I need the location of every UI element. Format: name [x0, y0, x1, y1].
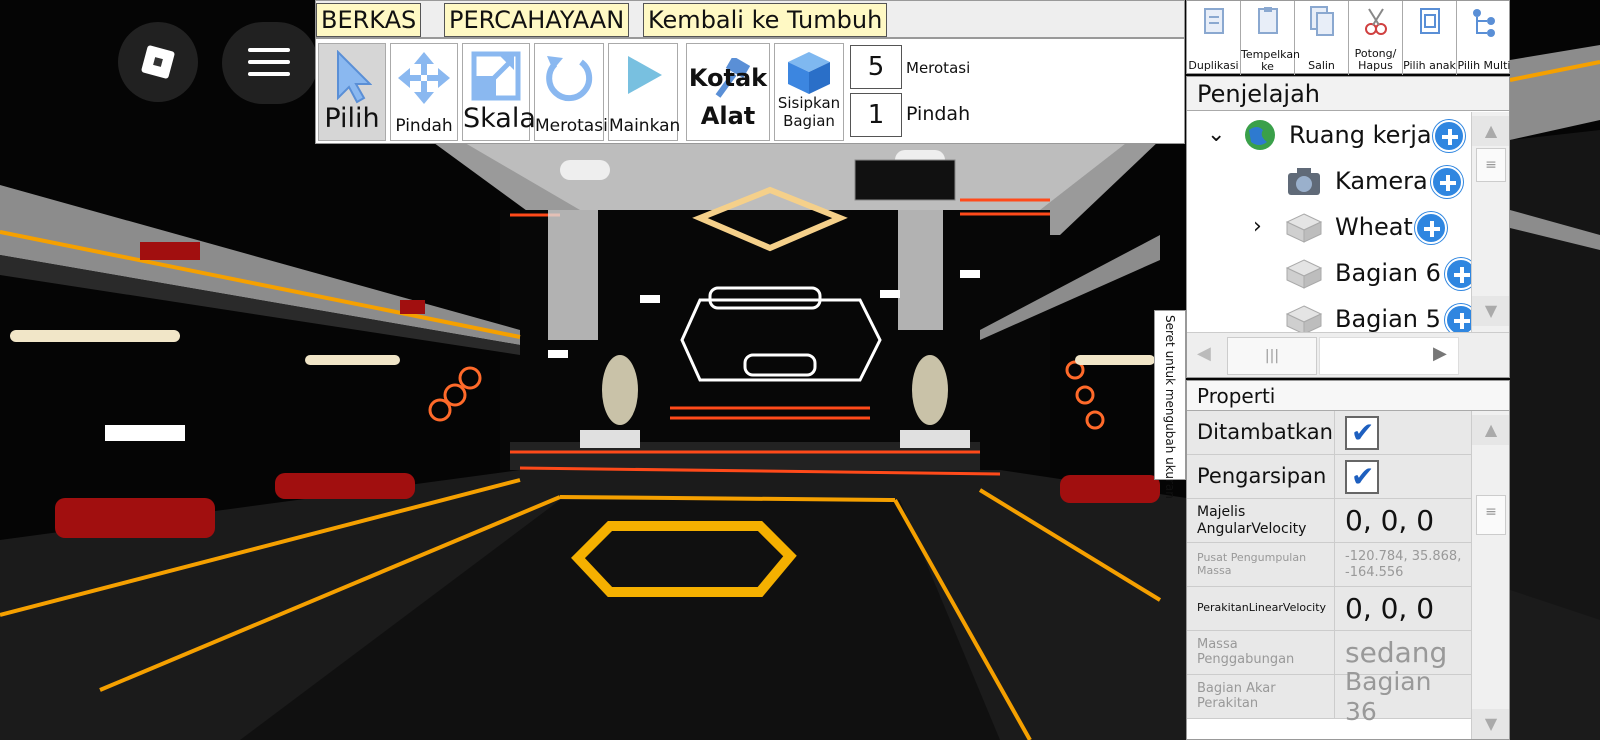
insert-part-button[interactable]: Sisipkan Bagian [774, 43, 844, 141]
copy-button[interactable]: Salin [1295, 1, 1349, 75]
chevron-down-icon[interactable]: ⌄ [1207, 112, 1231, 158]
rotate-icon [546, 56, 593, 102]
paste-into-icon [1257, 7, 1278, 34]
archivable-checkbox[interactable] [1345, 459, 1379, 494]
rotate-increment-label: Merotasi [906, 59, 971, 77]
tree-item-camera[interactable]: Kamera [1187, 158, 1471, 204]
move-tool-button[interactable]: Pindah [390, 43, 458, 141]
part-brick-icon [1285, 259, 1323, 289]
property-row-assembly-root-part: Bagian Akar Perakitan Bagian 36 [1187, 666, 1471, 726]
select-children-button[interactable]: Pilih anak [1403, 1, 1457, 75]
properties-panel: Properti Ditambatkan Pengarsipan Majelis… [1186, 380, 1510, 740]
move-increment-input[interactable]: 1 [850, 93, 902, 137]
select-tool-button[interactable]: Pilih [318, 43, 386, 141]
edit-actions-bar: Duplikasi Tempelkan ke Salin Potong/ Hap… [1186, 0, 1511, 75]
move-increment-label: Pindah [906, 103, 971, 125]
scale-icon [471, 51, 521, 101]
move-arrows-icon [398, 52, 450, 104]
cursor-icon [337, 50, 372, 104]
property-row-center-of-mass: Pusat Pengumpulan Massa -120.784, 35.868… [1187, 543, 1471, 587]
add-object-plus-icon[interactable] [1431, 166, 1463, 198]
rotate-increment-input[interactable]: 5 [850, 45, 902, 89]
hamburger-menu-button[interactable] [222, 22, 318, 104]
explorer-tree[interactable]: ⌄ Ruang kerja Kamera › Wheat Bagian 6 Ba… [1187, 112, 1471, 332]
duplicate-button[interactable]: Duplikasi [1187, 1, 1241, 75]
add-object-plus-icon[interactable] [1445, 304, 1471, 332]
scroll-thumb[interactable]: ≡ [1476, 148, 1506, 182]
play-icon [628, 56, 662, 94]
duplicate-icon [1203, 8, 1224, 34]
properties-title: Properti [1187, 381, 1509, 411]
property-row-assembly-linear-velocity: PerakitanLinearVelocity 0, 0, 0 [1187, 587, 1471, 631]
anchored-checkbox[interactable] [1345, 415, 1379, 450]
toolbox-button[interactable]: Kotak Alat [686, 43, 770, 141]
explorer-horizontal-scrollbar[interactable]: ◀ ||| ▶ [1187, 332, 1509, 377]
center-of-mass-value: -120.784, 35.868, -164.556 [1345, 548, 1462, 580]
chevron-right-icon[interactable]: › [1253, 204, 1277, 250]
multi-select-icon [1473, 9, 1495, 37]
property-row-archivable: Pengarsipan [1187, 455, 1471, 499]
roblox-studio-mobile: BERKAS PERCAHAYAAN Kembali ke Tumbuh Pil… [0, 0, 1600, 740]
add-object-plus-icon[interactable] [1433, 120, 1465, 152]
hamburger-icon [248, 48, 290, 52]
add-object-plus-icon[interactable] [1445, 258, 1471, 290]
tool-bar: Pilih Pindah Skala Merotasi Mainkan Kota… [315, 38, 1185, 144]
roblox-logo-icon [140, 44, 176, 80]
part-cube-icon [788, 52, 830, 94]
cut-icon [1364, 8, 1387, 35]
scroll-right-icon[interactable]: ▶ [1433, 343, 1447, 364]
multi-select-button[interactable]: Pilih Multi [1457, 1, 1511, 75]
camera-icon [1288, 168, 1320, 195]
tree-item-part-5[interactable]: Bagian 5 [1187, 296, 1471, 332]
play-button[interactable]: Mainkan [608, 43, 680, 141]
paste-into-button[interactable]: Tempelkan ke [1241, 1, 1300, 75]
panel-resize-handle[interactable]: Seret untuk mengubah ukuran [1154, 310, 1186, 499]
property-row-assembly-angular-velocity: Majelis AngularVelocity 0, 0, 0 [1187, 499, 1471, 543]
tab-back-to-grow[interactable]: Kembali ke Tumbuh [643, 3, 888, 37]
tab-lighting[interactable]: PERCAHAYAAN [444, 3, 630, 37]
tree-item-wheat[interactable]: › Wheat [1187, 204, 1471, 250]
explorer-title: Penjelajah [1187, 77, 1509, 111]
select-children-icon [1419, 8, 1440, 34]
tree-item-workspace[interactable]: ⌄ Ruang kerja [1187, 112, 1471, 158]
scroll-left-icon[interactable]: ◀ [1197, 343, 1211, 364]
assembly-linear-velocity-value[interactable]: 0, 0, 0 [1335, 587, 1471, 630]
part-brick-icon [1285, 305, 1323, 332]
scroll-thumb[interactable]: ≡ [1476, 495, 1506, 535]
property-row-anchored: Ditambatkan [1187, 411, 1471, 455]
assembly-angular-velocity-value[interactable]: 0, 0, 0 [1335, 499, 1471, 542]
assembly-root-part-value: Bagian 36 [1345, 666, 1432, 726]
scale-tool-button[interactable]: Skala [462, 43, 536, 141]
cut-delete-button[interactable]: Potong/ Hapus [1349, 1, 1403, 75]
copy-icon [1309, 6, 1334, 36]
roblox-logo-button[interactable] [118, 22, 198, 102]
scroll-down-icon[interactable]: ▼ [1472, 296, 1509, 326]
properties-vertical-scrollbar[interactable]: ▲ ≡ ▼ [1471, 411, 1509, 739]
tab-file[interactable]: BERKAS [316, 3, 422, 37]
horizontal-scroll-thumb[interactable]: ||| [1227, 337, 1317, 375]
model-brick-icon [1285, 213, 1323, 243]
explorer-panel: Penjelajah ⌄ Ruang kerja Kamera › Wheat … [1186, 76, 1510, 378]
top-tab-bar: BERKAS PERCAHAYAAN Kembali ke Tumbuh [315, 0, 1185, 38]
explorer-vertical-scrollbar[interactable]: ▲ ≡ ▼ [1471, 112, 1509, 332]
scroll-up-icon[interactable]: ▲ [1472, 116, 1509, 146]
rotate-tool-button[interactable]: Merotasi [534, 43, 608, 141]
tree-item-part-6[interactable]: Bagian 6 [1187, 250, 1471, 296]
add-object-plus-icon[interactable] [1415, 212, 1447, 244]
workspace-globe-icon [1245, 120, 1275, 150]
scroll-down-icon[interactable]: ▼ [1472, 709, 1509, 739]
scroll-up-icon[interactable]: ▲ [1472, 415, 1509, 445]
